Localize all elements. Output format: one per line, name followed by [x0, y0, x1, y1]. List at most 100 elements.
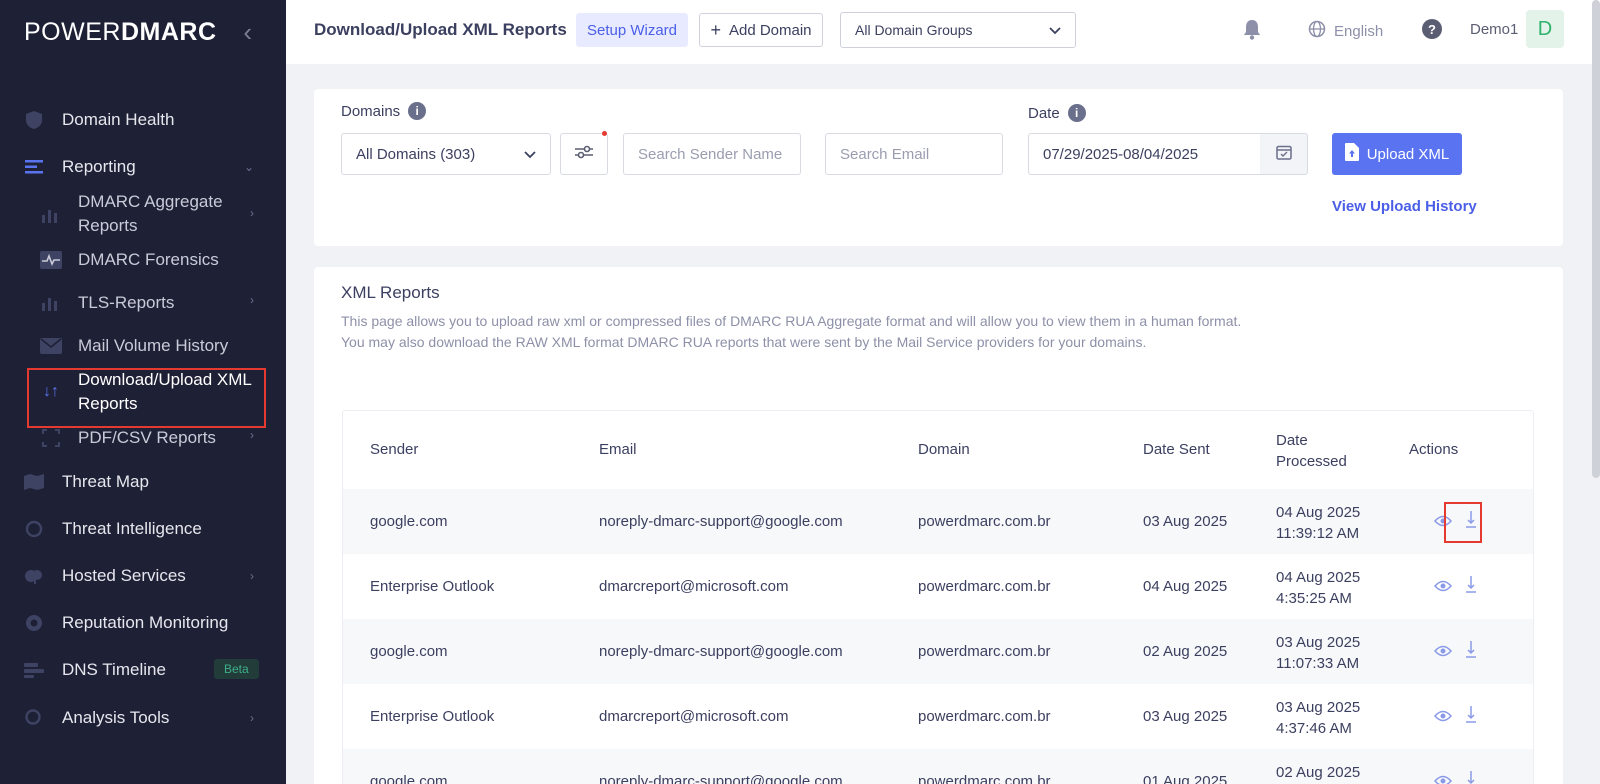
view-eye-icon[interactable] [1433, 579, 1453, 596]
sidebar-item-analysis-tools[interactable]: Analysis Tools › [0, 706, 286, 730]
cell-date-processed: 03 Aug 2025 11:07:33 AM [1276, 632, 1360, 674]
upload-xml-label: Upload XML [1366, 145, 1450, 163]
sidebar-item-dns-timeline[interactable]: DNS Timeline Beta [0, 658, 286, 682]
chevron-down-icon: ⌄ [243, 160, 254, 174]
sidebar-item-label: Reputation Monitoring [62, 613, 229, 632]
table-header: Sender Email Domain Date Sent Date Proces… [343, 411, 1533, 489]
badge-icon [24, 613, 44, 633]
view-eye-icon[interactable] [1433, 709, 1453, 726]
date-label: Date i [1028, 104, 1086, 122]
column-header-date-processed-line1: Date [1276, 432, 1308, 449]
cell-date-processed: 04 Aug 2025 4:35:25 AM [1276, 567, 1360, 609]
domains-label: Domains i [341, 102, 427, 120]
sidebar-item-dmarc-aggregate[interactable]: DMARC Aggregate Reports › [0, 190, 286, 240]
sidebar-item-pdf-csv[interactable]: PDF/CSV Reports › [0, 426, 286, 450]
calendar-button[interactable] [1260, 133, 1308, 175]
column-header-date-processed[interactable]: Date Processed [1276, 430, 1347, 472]
active-item-highlight [27, 368, 266, 428]
domain-groups-value: All Domain Groups [855, 22, 973, 38]
cell-email: dmarcreport@microsoft.com [599, 578, 789, 595]
cell-date-sent: 01 Aug 2025 [1143, 773, 1228, 784]
upload-xml-button[interactable]: Upload XML [1332, 133, 1462, 175]
timeline-icon [24, 660, 44, 680]
table-row: Enterprise Outlook dmarcreport@microsoft… [343, 684, 1533, 749]
download-icon[interactable] [1465, 574, 1477, 597]
cell-email: noreply-dmarc-support@google.com [599, 643, 843, 660]
sidebar-item-dmarc-forensics[interactable]: DMARC Forensics [0, 248, 286, 272]
collapse-sidebar-icon[interactable]: ‹ [243, 19, 252, 45]
logo-text-light: POWER [24, 17, 121, 46]
search-email-input[interactable]: Search Email [825, 133, 1003, 175]
page-title: Download/Upload XML Reports [314, 20, 567, 39]
column-header-date-processed-line2: Processed [1276, 453, 1347, 470]
table-row: Enterprise Outlook dmarcreport@microsoft… [343, 554, 1533, 619]
radar-icon [24, 519, 44, 539]
sidebar-item-label: DMARC Aggregate Reports [78, 192, 223, 235]
column-header-sender[interactable]: Sender [370, 441, 418, 458]
cell-date-processed: 03 Aug 2025 4:37:46 AM [1276, 697, 1360, 739]
filter-indicator-dot [602, 131, 607, 136]
user-name[interactable]: Demo1 [1470, 21, 1518, 38]
add-domain-button[interactable]: + Add Domain [699, 13, 823, 47]
cloud-icon [24, 566, 44, 586]
sidebar-item-hosted-services[interactable]: Hosted Services › [0, 564, 286, 588]
avatar[interactable]: D [1526, 10, 1564, 48]
column-header-date-sent[interactable]: Date Sent [1143, 441, 1210, 458]
cell-processed-time: 11:39:12 AM [1276, 525, 1360, 542]
chevron-right-icon: › [250, 293, 254, 307]
magnifier-icon [24, 708, 44, 728]
sidebar-item-domain-health[interactable]: Domain Health [0, 108, 286, 132]
sidebar-item-label: DNS Timeline [62, 660, 166, 679]
column-header-domain[interactable]: Domain [918, 441, 970, 458]
chevron-right-icon: › [250, 569, 254, 583]
table-row: google.com noreply-dmarc-support@google.… [343, 619, 1533, 684]
bar-chart-icon [40, 205, 62, 225]
sidebar-item-threat-intelligence[interactable]: Threat Intelligence [0, 517, 286, 541]
logo[interactable]: POWERDMARC [24, 18, 217, 47]
view-upload-history-link[interactable]: View Upload History [1332, 198, 1477, 215]
cell-processed-date: 03 Aug 2025 [1276, 634, 1361, 651]
sidebar-item-tls-reports[interactable]: TLS-Reports › [0, 291, 286, 315]
page-scrollbar[interactable] [1592, 0, 1600, 478]
download-icon[interactable] [1465, 639, 1477, 662]
sidebar-item-label: Threat Map [62, 472, 149, 491]
sidebar-item-mail-volume[interactable]: Mail Volume History [0, 334, 286, 358]
plus-icon: + [710, 19, 721, 40]
chevron-right-icon: › [250, 711, 254, 725]
domain-groups-select[interactable]: All Domain Groups [840, 12, 1076, 48]
column-header-email[interactable]: Email [599, 441, 637, 458]
table-row: google.com noreply-dmarc-support@google.… [343, 489, 1533, 554]
cell-processed-date: 04 Aug 2025 [1276, 504, 1361, 521]
sidebar-item-reputation-monitoring[interactable]: Reputation Monitoring [0, 611, 286, 635]
info-icon[interactable]: i [1067, 104, 1086, 122]
cell-domain: powerdmarc.com.br [918, 513, 1051, 530]
bell-icon[interactable] [1242, 18, 1262, 45]
cell-date-processed: 04 Aug 2025 11:39:12 AM [1276, 502, 1360, 544]
cell-date-processed: 02 Aug 2025 [1276, 762, 1360, 783]
sidebar-item-label: Threat Intelligence [62, 519, 202, 538]
setup-wizard-button[interactable]: Setup Wizard [576, 13, 688, 47]
search-sender-input[interactable]: Search Sender Name [623, 133, 801, 175]
info-icon[interactable]: i [408, 102, 427, 120]
download-icon[interactable] [1465, 769, 1477, 784]
download-icon[interactable] [1465, 704, 1477, 727]
date-range-input[interactable]: 07/29/2025-08/04/2025 [1028, 133, 1261, 175]
view-eye-icon[interactable] [1433, 774, 1453, 784]
reports-description: This page allows you to upload raw xml o… [341, 313, 1242, 350]
sidebar-item-reporting[interactable]: Reporting ⌄ [0, 155, 286, 179]
cell-date-sent: 03 Aug 2025 [1143, 708, 1228, 725]
cell-processed-date: 02 Aug 2025 [1276, 764, 1361, 781]
cell-domain: powerdmarc.com.br [918, 578, 1051, 595]
cell-domain: powerdmarc.com.br [918, 773, 1051, 784]
help-icon[interactable]: ? [1422, 19, 1442, 39]
cell-sender: Enterprise Outlook [370, 578, 495, 595]
file-upload-icon [1344, 143, 1359, 165]
chevron-right-icon: › [250, 428, 254, 442]
filter-settings-button[interactable] [560, 133, 608, 175]
cell-processed-date: 03 Aug 2025 [1276, 699, 1361, 716]
sidebar-item-label: Mail Volume History [78, 336, 229, 355]
language-selector[interactable]: English [1308, 20, 1383, 42]
sidebar-item-threat-map[interactable]: Threat Map [0, 470, 286, 494]
domains-select[interactable]: All Domains (303) [341, 133, 551, 175]
view-eye-icon[interactable] [1433, 644, 1453, 661]
